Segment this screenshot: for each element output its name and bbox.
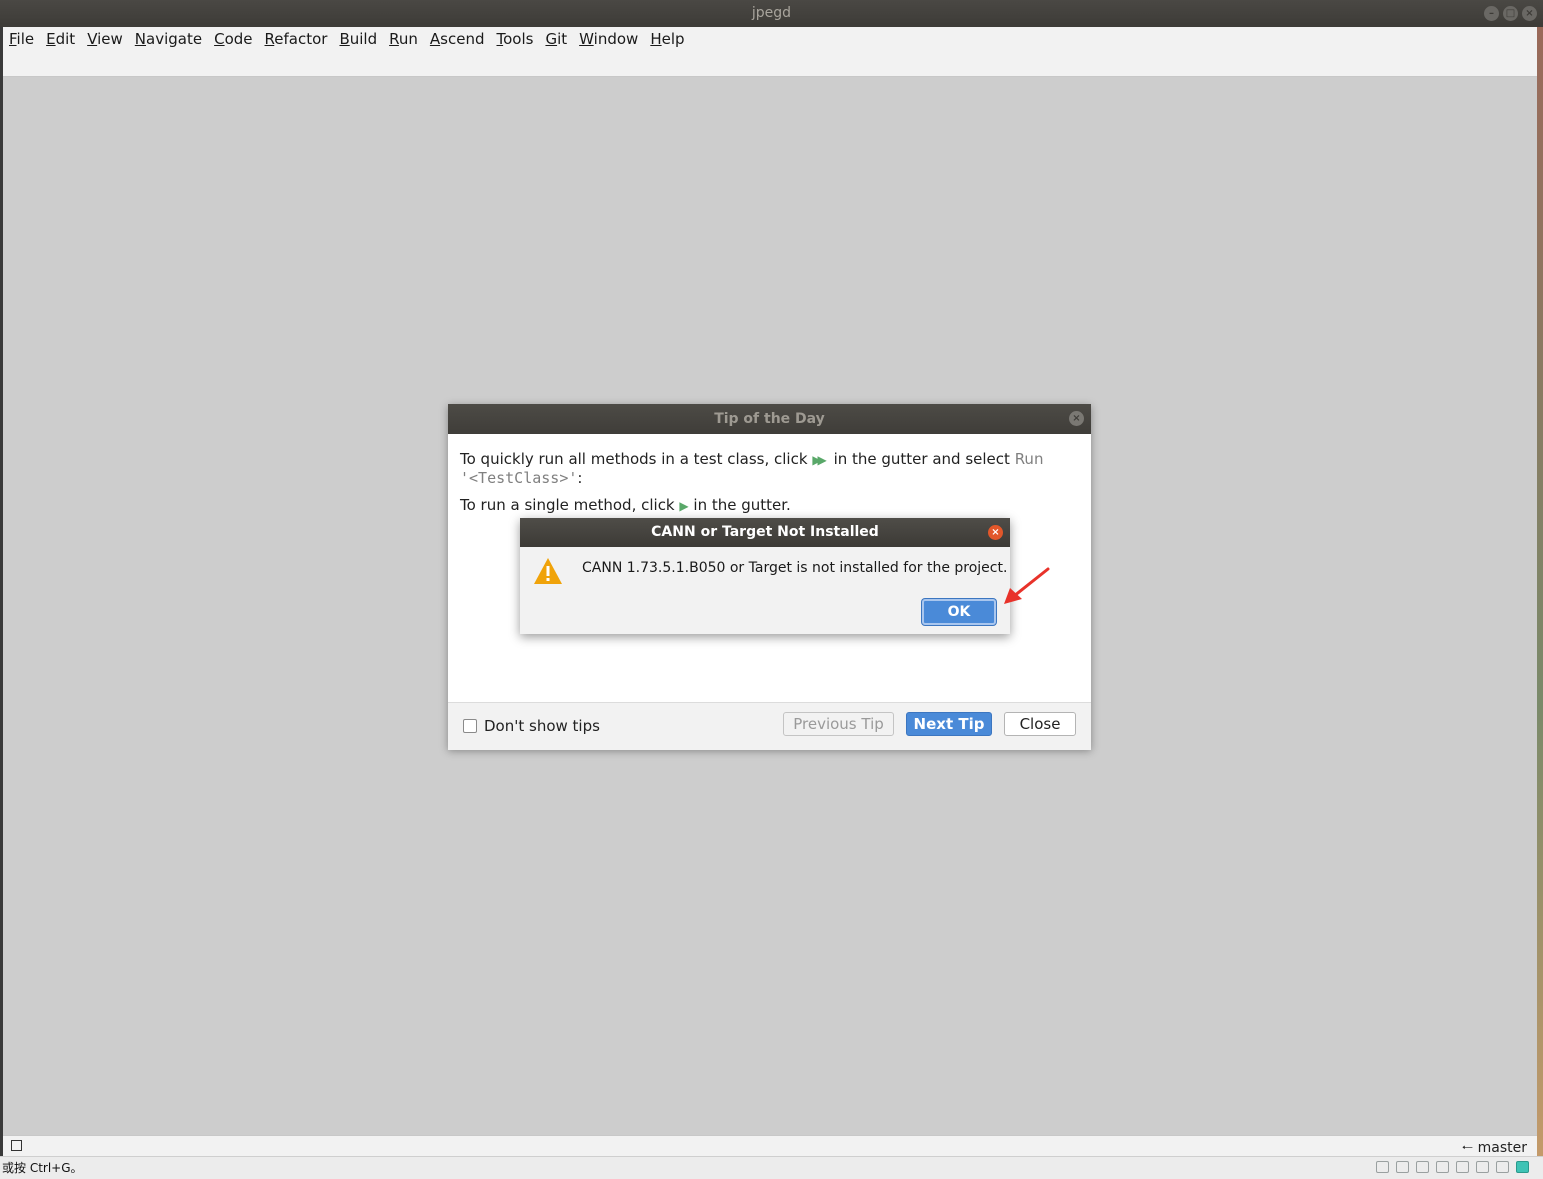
usb-icon[interactable] (1476, 1161, 1489, 1173)
ok-button[interactable]: OK (922, 599, 996, 625)
warning-icon (534, 558, 562, 584)
tip-dialog-footer: Don't show tips Previous Tip Next Tip Cl… (448, 702, 1091, 750)
menu-code[interactable]: Code (208, 30, 258, 48)
menu-navigate[interactable]: Navigate (129, 30, 208, 48)
menu-file[interactable]: File (3, 30, 40, 48)
alert-title: CANN or Target Not Installed (651, 524, 879, 540)
network-icon[interactable] (1416, 1161, 1429, 1173)
cann-not-installed-alert: CANN or Target Not Installed × CANN 1.73… (520, 518, 1010, 634)
dont-show-tips-option[interactable]: Don't show tips (463, 717, 600, 735)
menu-help[interactable]: Help (644, 30, 690, 48)
window-titlebar: jpegd – □ × (0, 0, 1543, 27)
run-all-icon: ▶▶ (812, 453, 827, 467)
system-bar: 或按 Ctrl+G。 (0, 1156, 1543, 1179)
menu-git[interactable]: Git (539, 30, 573, 48)
menu-view[interactable]: View (81, 30, 129, 48)
alert-titlebar: CANN or Target Not Installed × (520, 518, 1010, 547)
tip-dialog-titlebar: Tip of the Day × (448, 404, 1091, 434)
close-icon[interactable]: × (1069, 411, 1084, 426)
run-icon: ▶ (679, 499, 689, 513)
audio-icon[interactable] (1456, 1161, 1469, 1173)
window-title: jpegd (751, 5, 792, 21)
branch-icon: 🠀 (1461, 1140, 1474, 1156)
window-controls: – □ × (1484, 6, 1537, 21)
maximize-icon[interactable]: □ (1503, 6, 1518, 21)
alert-message: CANN 1.73.5.1.B050 or Target is not inst… (582, 560, 1008, 576)
tip-dialog-title: Tip of the Day (714, 411, 825, 427)
record-icon[interactable] (1496, 1161, 1509, 1173)
menubar: File Edit View Navigate Code Refactor Bu… (3, 27, 1537, 51)
dont-show-tips-label: Don't show tips (484, 717, 600, 735)
branch-name: master (1477, 1140, 1527, 1156)
ide-status-bar: 🠀 master (3, 1135, 1537, 1156)
close-button[interactable]: Close (1004, 712, 1076, 736)
close-icon[interactable]: × (1522, 6, 1537, 21)
menu-refactor[interactable]: Refactor (259, 30, 334, 48)
close-icon[interactable]: × (988, 525, 1003, 540)
dont-show-tips-checkbox[interactable] (463, 719, 477, 733)
toolbar (3, 51, 1537, 77)
tool-window-toggle-icon[interactable] (11, 1140, 22, 1151)
desktop-background (1537, 27, 1543, 1157)
tip-paragraph-2: To run a single method, click ▶ in the g… (460, 496, 791, 514)
previous-tip-button[interactable]: Previous Tip (783, 712, 894, 736)
display-icon[interactable] (1516, 1161, 1529, 1173)
tip-content: To quickly run all methods in a test cla… (460, 450, 1080, 524)
menu-ascend[interactable]: Ascend (424, 30, 491, 48)
menu-run[interactable]: Run (383, 30, 424, 48)
menu-tools[interactable]: Tools (490, 30, 539, 48)
menu-window[interactable]: Window (573, 30, 644, 48)
menu-build[interactable]: Build (333, 30, 383, 48)
minimize-icon[interactable]: – (1484, 6, 1499, 21)
input-hint: 或按 Ctrl+G。 (2, 1161, 83, 1175)
tip-paragraph-1: To quickly run all methods in a test cla… (460, 450, 1044, 487)
menu-edit[interactable]: Edit (40, 30, 81, 48)
next-tip-button[interactable]: Next Tip (906, 712, 992, 736)
disc-icon[interactable] (1396, 1161, 1409, 1173)
system-tray (1376, 1161, 1529, 1173)
disk-icon[interactable] (1376, 1161, 1389, 1173)
annotation-arrow-icon (1004, 567, 1050, 604)
printer-icon[interactable] (1436, 1161, 1449, 1173)
